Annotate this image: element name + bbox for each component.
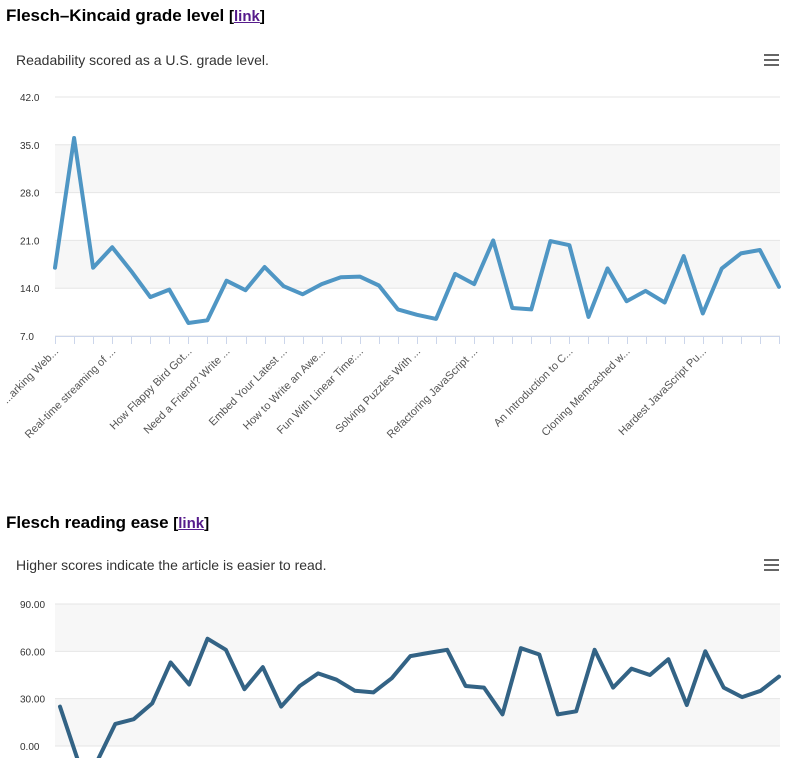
y-tick-label: 0.00 — [20, 742, 40, 753]
y-tick-label: 90.00 — [20, 600, 45, 611]
plot-band — [55, 604, 780, 652]
reading-ease-chart: 0.00 30.00 60.00 90.00 — [20, 600, 781, 758]
y-tick-label: 60.00 — [20, 647, 45, 658]
plot-band — [55, 698, 780, 746]
y-tick-label: 30.00 — [20, 695, 45, 706]
